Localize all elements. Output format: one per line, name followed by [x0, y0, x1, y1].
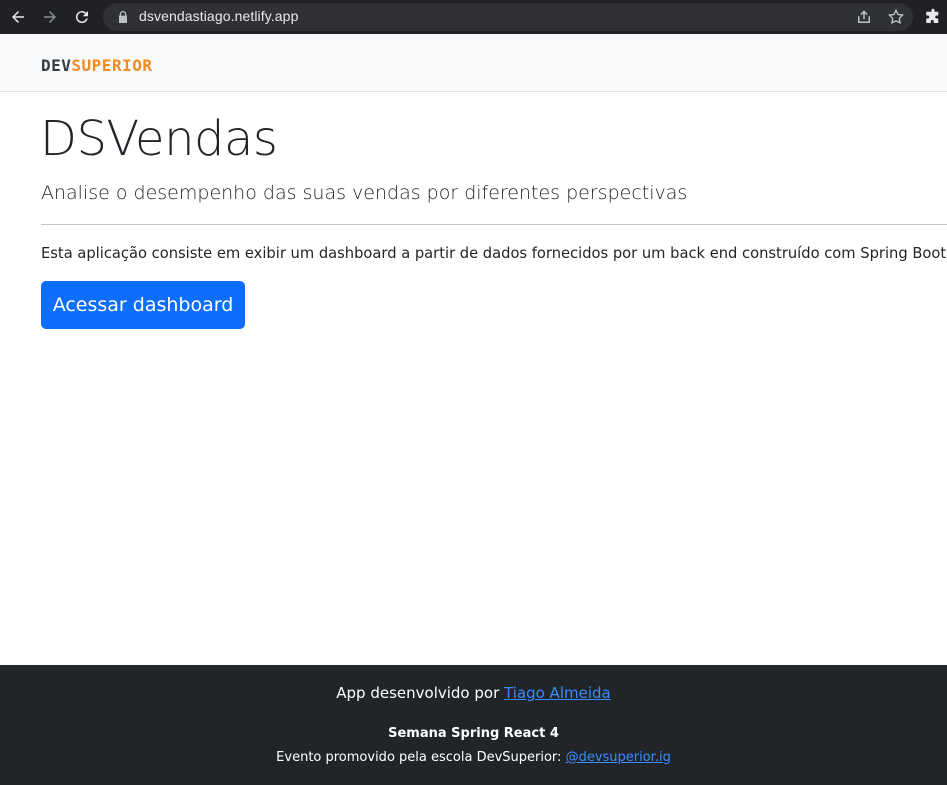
event-prefix: Evento promovido pela escola DevSuperior… — [276, 750, 562, 765]
url-text[interactable]: dsvendastiago.netlify.app — [139, 8, 298, 24]
back-icon[interactable] — [6, 5, 30, 29]
page-title: DSVendas — [40, 111, 278, 167]
bookmark-star-icon[interactable] — [887, 8, 905, 26]
footer-credit-prefix: App desenvolvido por — [336, 684, 500, 702]
address-bar[interactable]: dsvendastiago.netlify.app — [103, 3, 913, 31]
divider — [41, 224, 947, 225]
devsuperior-logo[interactable]: DEVSUPERIOR — [41, 56, 152, 75]
footer-credit: App desenvolvido por Tiago Almeida — [0, 684, 947, 702]
author-link[interactable]: Tiago Almeida — [504, 684, 611, 702]
forward-icon[interactable] — [38, 5, 62, 29]
share-icon[interactable] — [855, 8, 873, 26]
access-dashboard-button[interactable]: Acessar dashboard — [41, 281, 245, 329]
footer-event: Evento promovido pela escola DevSuperior… — [0, 750, 947, 765]
instagram-link[interactable]: @devsuperior.ig — [566, 750, 671, 765]
page-description: Esta aplicação consiste em exibir um das… — [41, 245, 947, 262]
event-title: Semana Spring React 4 — [388, 726, 559, 741]
extensions-icon[interactable] — [924, 8, 942, 26]
lock-icon — [119, 11, 127, 23]
browser-toolbar: dsvendastiago.netlify.app — [0, 0, 947, 34]
site-footer: App desenvolvido por Tiago Almeida Seman… — [0, 665, 947, 785]
logo-dev: DEV — [41, 56, 72, 75]
reload-icon[interactable] — [70, 5, 94, 29]
logo-superior: SUPERIOR — [71, 56, 153, 75]
site-header: DEVSUPERIOR — [0, 34, 947, 92]
page-subtitle: Analise o desempenho das suas vendas por… — [41, 182, 688, 204]
